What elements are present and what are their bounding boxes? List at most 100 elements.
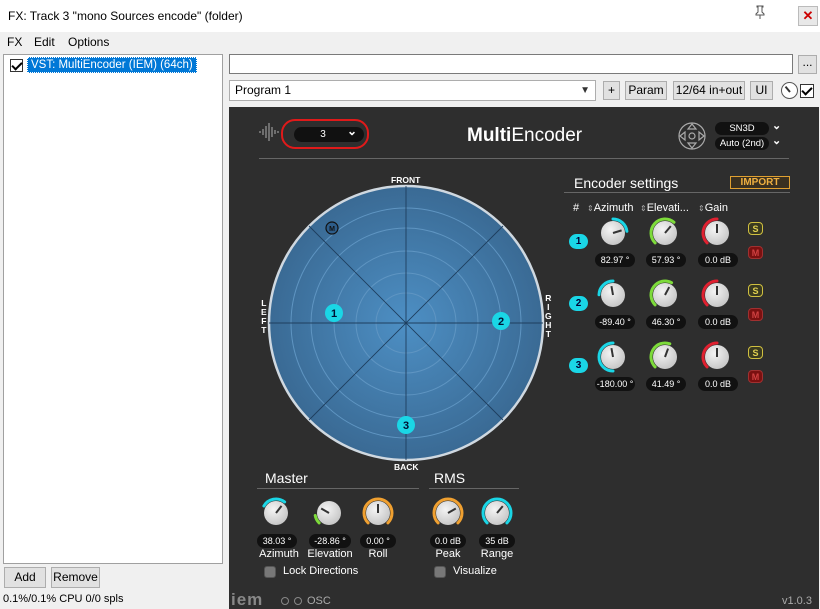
col-header-elevation[interactable]: ⇕Elevati... <box>640 202 689 214</box>
col-header-azimuth[interactable]: ⇕Azimuth <box>587 202 633 214</box>
rms-peak-knob[interactable] <box>432 497 464 529</box>
import-button[interactable]: IMPORT <box>730 176 790 189</box>
col-header-gain[interactable]: ⇕Gain <box>698 202 728 214</box>
encoder-settings-divider <box>564 192 790 193</box>
svg-text:3: 3 <box>403 420 409 432</box>
preset-menu-button[interactable]: ... <box>798 55 817 74</box>
master-azimuth-label: Azimuth <box>259 548 299 560</box>
source-marker-3[interactable]: 3 <box>397 416 415 434</box>
mute-button[interactable]: M <box>748 370 763 383</box>
gain-value[interactable]: 0.0 dB <box>698 253 738 267</box>
plugin-title: MultiEncoder <box>467 125 582 147</box>
source-marker-1[interactable]: 1 <box>325 304 343 322</box>
rms-range-value[interactable]: 35 dB <box>479 534 515 548</box>
azimuth-value[interactable]: 82.97 ° <box>595 253 635 267</box>
rms-peak-value[interactable]: 0.0 dB <box>430 534 466 548</box>
remove-fx-button[interactable]: Remove <box>51 567 100 588</box>
rms-peak-label: Peak <box>435 548 461 560</box>
menu-fx[interactable]: FX <box>7 35 22 49</box>
mute-button[interactable]: M <box>748 246 763 259</box>
elevation-value[interactable]: 57.93 ° <box>646 253 686 267</box>
visualize-checkbox[interactable] <box>434 566 446 578</box>
left-letter: T <box>261 325 267 335</box>
master-roll-knob[interactable] <box>362 497 394 529</box>
rms-range-knob[interactable] <box>481 497 513 529</box>
svg-text:2: 2 <box>498 316 504 328</box>
lock-directions-checkbox[interactable] <box>264 566 276 578</box>
master-elevation-value[interactable]: -28.86 ° <box>309 534 351 548</box>
front-label: FRONT <box>391 175 421 185</box>
gain-value[interactable]: 0.0 dB <box>698 315 738 329</box>
solo-button[interactable]: S <box>748 346 763 359</box>
cpu-status: 0.1%/0.1% CPU 0/0 spls <box>3 593 124 605</box>
add-preset-button[interactable]: + <box>603 81 620 100</box>
pin-icon[interactable] <box>750 4 770 24</box>
col-header-elevation-label: Elevati... <box>646 202 689 214</box>
encoder-settings-title: Encoder settings <box>574 175 679 191</box>
rms-title: RMS <box>434 470 466 486</box>
ui-toggle-button[interactable]: UI <box>750 81 773 100</box>
fx-item-label[interactable]: VST: MultiEncoder (IEM) (64ch) <box>27 57 197 73</box>
chevron-down-icon[interactable]: ⌄ <box>772 119 781 132</box>
master-marker[interactable]: M <box>325 221 339 235</box>
normalization-select[interactable]: SN3D <box>715 122 769 135</box>
source-marker-2[interactable]: 2 <box>492 312 510 330</box>
close-icon[interactable]: ✕ <box>798 6 818 26</box>
header-divider <box>259 158 789 159</box>
plugin-gui: 3 ⌄ MultiEncoder SN3D ⌄ Auto (2nd) ⌄ M 1… <box>229 107 819 609</box>
menu-edit[interactable]: Edit <box>34 35 55 49</box>
preset-name-field[interactable] <box>229 54 793 74</box>
gain-knob-2[interactable] <box>701 279 733 311</box>
osc-label[interactable]: OSC <box>307 595 331 607</box>
elevation-value[interactable]: 41.49 ° <box>646 377 686 391</box>
bypass-checkbox[interactable] <box>800 84 814 98</box>
lock-directions-label: Lock Directions <box>283 565 359 577</box>
source-number-badge: 1 <box>569 234 588 249</box>
mute-button[interactable]: M <box>748 308 763 321</box>
azimuth-knob-1[interactable] <box>597 217 629 249</box>
azimuth-knob-3[interactable] <box>597 341 629 373</box>
wet-knob[interactable] <box>781 82 798 99</box>
master-azimuth-knob[interactable] <box>260 497 292 529</box>
fx-enable-checkbox[interactable] <box>10 58 23 72</box>
gain-knob-3[interactable] <box>701 341 733 373</box>
program-select[interactable]: Program 1 ▼ <box>229 80 596 101</box>
add-fx-button[interactable]: Add <box>4 567 46 588</box>
master-elevation-knob[interactable] <box>313 497 345 529</box>
master-title: Master <box>265 470 308 486</box>
elevation-knob-2[interactable] <box>649 279 681 311</box>
master-roll-value[interactable]: 0.00 ° <box>360 534 396 548</box>
io-routing-button[interactable]: 12/64 in+out <box>673 81 745 100</box>
master-marker-label: M <box>329 226 335 233</box>
fx-list-item[interactable]: VST: MultiEncoder (IEM) (64ch) <box>10 57 197 73</box>
iem-logo: iem <box>231 590 264 609</box>
param-button[interactable]: Param <box>625 81 667 100</box>
rms-range-label: Range <box>480 548 514 560</box>
osc-status-icon <box>294 597 302 605</box>
master-divider <box>257 488 419 489</box>
ambisonic-logo-icon <box>678 122 706 150</box>
program-select-value: Program 1 <box>235 83 292 97</box>
rms-divider <box>429 488 519 489</box>
weighting-select[interactable]: Auto (2nd) <box>715 137 769 150</box>
fx-chain-list[interactable]: VST: MultiEncoder (IEM) (64ch) <box>3 54 223 564</box>
azimuth-value[interactable]: -180.00 ° <box>595 377 635 391</box>
window-title: FX: Track 3 "mono Sources encode" (folde… <box>8 9 243 23</box>
elevation-knob-3[interactable] <box>649 341 681 373</box>
col-header-num: # <box>573 202 580 214</box>
gain-knob-1[interactable] <box>701 217 733 249</box>
solo-button[interactable]: S <box>748 284 763 297</box>
elevation-value[interactable]: 46.30 ° <box>646 315 686 329</box>
version-label: v1.0.3 <box>782 595 812 607</box>
azimuth-value[interactable]: -89.40 ° <box>595 315 635 329</box>
elevation-knob-1[interactable] <box>649 217 681 249</box>
visualize-label: Visualize <box>453 565 497 577</box>
menu-bar: FX Edit Options <box>0 32 820 52</box>
master-azimuth-value[interactable]: 38.03 ° <box>257 534 297 548</box>
sphere-panner[interactable]: M 1 2 3 <box>259 169 559 469</box>
menu-options[interactable]: Options <box>68 35 109 49</box>
chevron-down-icon[interactable]: ⌄ <box>772 134 781 147</box>
solo-button[interactable]: S <box>748 222 763 235</box>
gain-value[interactable]: 0.0 dB <box>698 377 738 391</box>
azimuth-knob-2[interactable] <box>597 279 629 311</box>
